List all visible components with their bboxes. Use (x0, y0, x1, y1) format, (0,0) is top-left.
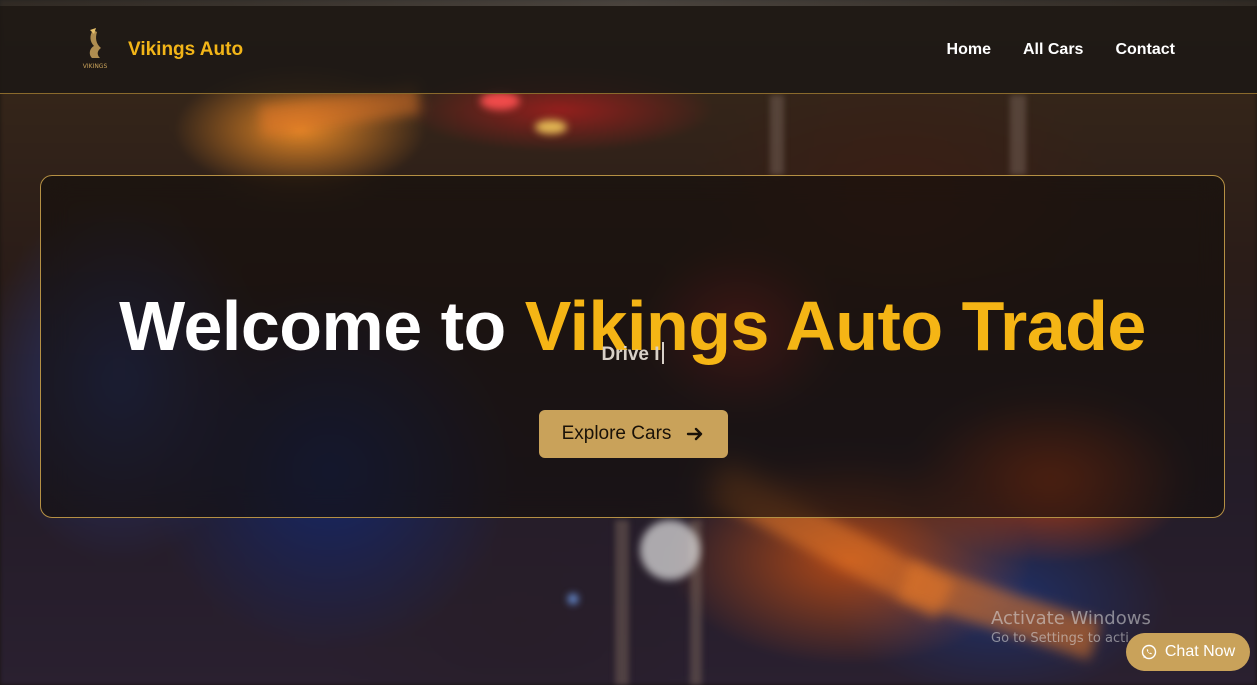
background-shape (535, 120, 567, 134)
background-shape (1010, 95, 1026, 175)
typed-subtitle-text: Drive I (601, 344, 660, 365)
background-shape (480, 92, 520, 110)
nav-link-contact[interactable]: Contact (1115, 41, 1175, 59)
navbar: VIKINGS Vikings Auto Home All Cars Conta… (0, 6, 1257, 94)
activate-windows-watermark: Activate Windows Go to Settings to acti (991, 608, 1151, 646)
explore-cars-label: Explore Cars (561, 423, 672, 444)
chat-now-button[interactable]: Chat Now (1126, 633, 1250, 671)
typed-subtitle: Drive I (41, 342, 1224, 366)
hero-card: Welcome to Vikings Auto Trade Drive I Ex… (40, 175, 1225, 518)
background-shape (615, 520, 629, 685)
chat-now-label: Chat Now (1164, 643, 1236, 660)
background-shape (770, 95, 784, 175)
background-shape (568, 594, 578, 604)
background-shape (640, 520, 700, 580)
page: VIKINGS Vikings Auto Home All Cars Conta… (0, 0, 1257, 685)
brand-name[interactable]: Vikings Auto (128, 39, 243, 61)
svg-text:VIKINGS: VIKINGS (83, 63, 108, 70)
viking-logo-icon[interactable]: VIKINGS (80, 26, 110, 72)
explore-cars-button[interactable]: Explore Cars (539, 410, 728, 458)
arrow-right-icon (687, 427, 703, 441)
nav-link-home[interactable]: Home (947, 41, 991, 59)
whatsapp-icon (1141, 644, 1157, 660)
nav-link-all-cars[interactable]: All Cars (1023, 41, 1083, 59)
nav-links: Home All Cars Contact (947, 41, 1175, 59)
watermark-line1: Activate Windows (991, 608, 1151, 629)
typing-caret (661, 342, 664, 364)
